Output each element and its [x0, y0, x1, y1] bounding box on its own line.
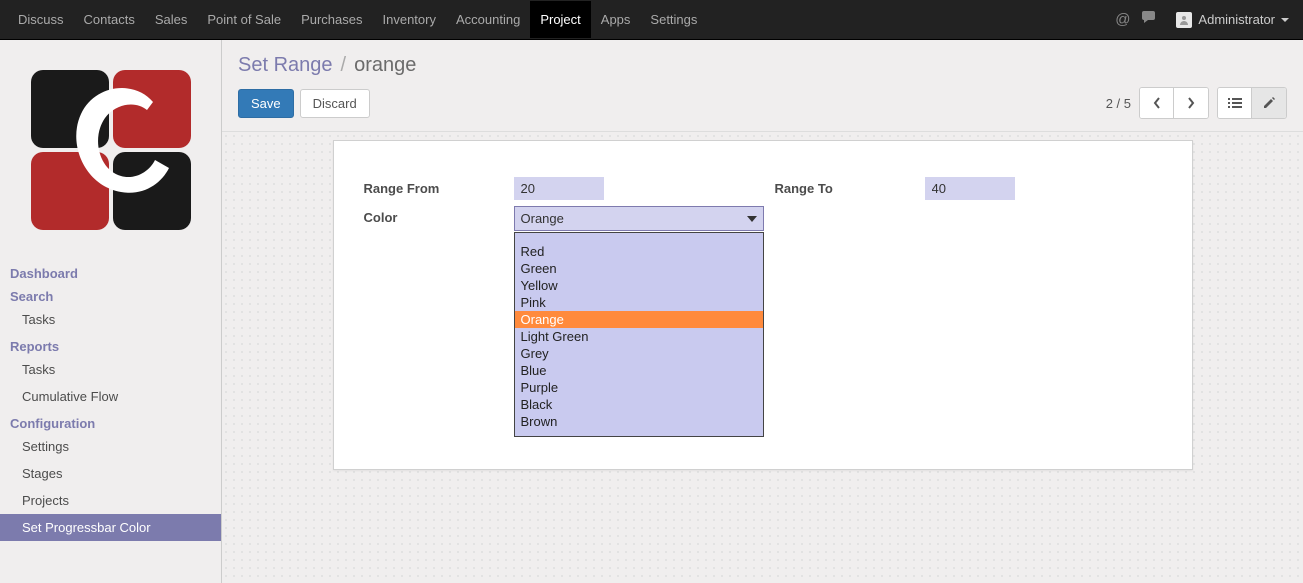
sidebar-item-tasks[interactable]: Tasks	[0, 306, 221, 333]
sidebar-item-set-progressbar-color[interactable]: Set Progressbar Color	[0, 514, 221, 541]
user-name: Administrator	[1198, 12, 1275, 27]
sidebar-header-dashboard[interactable]: Dashboard	[0, 260, 221, 283]
at-icon[interactable]: @	[1115, 11, 1130, 28]
app-logo	[15, 60, 206, 240]
nav-item-settings[interactable]: Settings	[640, 1, 707, 38]
sidebar-item-settings[interactable]: Settings	[0, 433, 221, 460]
nav-item-sales[interactable]: Sales	[145, 1, 198, 38]
chat-icon[interactable]	[1142, 11, 1158, 29]
range-from-label: Range From	[364, 177, 514, 196]
range-to-label: Range To	[775, 177, 925, 196]
nav-item-inventory[interactable]: Inventory	[373, 1, 446, 38]
user-menu[interactable]: Administrator	[1170, 8, 1295, 32]
range-from-input[interactable]	[514, 177, 604, 200]
breadcrumb: Set Range / orange	[238, 48, 1287, 87]
control-panel: Set Range / orange Save Discard 2 / 5	[222, 40, 1303, 131]
sidebar: DashboardSearchTasksReportsTasksCumulati…	[0, 40, 222, 583]
color-label: Color	[364, 206, 514, 225]
color-option-blue[interactable]: Blue	[515, 362, 763, 379]
color-option-grey[interactable]: Grey	[515, 345, 763, 362]
avatar	[1176, 12, 1192, 28]
color-dropdown: RedGreenYellowPinkOrangeLight GreenGreyB…	[514, 232, 764, 437]
nav-item-discuss[interactable]: Discuss	[8, 1, 74, 38]
view-switcher	[1217, 87, 1287, 119]
discard-button[interactable]: Discard	[300, 89, 370, 118]
form-sheet-background: Range From Range To Color	[222, 131, 1303, 583]
top-navbar: DiscussContactsSalesPoint of SalePurchas…	[0, 0, 1303, 40]
color-select[interactable]: Orange	[514, 206, 764, 231]
breadcrumb-separator: /	[341, 54, 347, 77]
content-area: Set Range / orange Save Discard 2 / 5	[222, 40, 1303, 583]
color-option-yellow[interactable]: Yellow	[515, 277, 763, 294]
color-option-light-green[interactable]: Light Green	[515, 328, 763, 345]
sidebar-item-stages[interactable]: Stages	[0, 460, 221, 487]
nav-item-accounting[interactable]: Accounting	[446, 1, 530, 38]
color-option-pink[interactable]: Pink	[515, 294, 763, 311]
color-option-orange[interactable]: Orange	[515, 311, 763, 328]
nav-item-point-of-sale[interactable]: Point of Sale	[197, 1, 291, 38]
breadcrumb-current: orange	[354, 54, 416, 77]
pager-next[interactable]	[1174, 88, 1208, 118]
color-option-brown[interactable]: Brown	[515, 413, 763, 430]
view-list-button[interactable]	[1218, 88, 1252, 118]
sidebar-item-projects[interactable]: Projects	[0, 487, 221, 514]
nav-item-apps[interactable]: Apps	[591, 1, 641, 38]
pager-buttons	[1139, 87, 1209, 119]
color-option-red[interactable]: Red	[515, 243, 763, 260]
color-option-purple[interactable]: Purple	[515, 379, 763, 396]
pager-value[interactable]: 2 / 5	[1106, 96, 1131, 111]
sidebar-header-search[interactable]: Search	[0, 283, 221, 306]
nav-item-contacts[interactable]: Contacts	[74, 1, 145, 38]
sidebar-item-cumulative-flow[interactable]: Cumulative Flow	[0, 383, 221, 410]
nav-right: @ Administrator	[1115, 8, 1295, 32]
color-option-green[interactable]: Green	[515, 260, 763, 277]
chevron-down-icon	[1281, 18, 1289, 22]
range-to-input[interactable]	[925, 177, 1015, 200]
color-option-black[interactable]: Black	[515, 396, 763, 413]
sidebar-item-tasks[interactable]: Tasks	[0, 356, 221, 383]
nav-item-purchases[interactable]: Purchases	[291, 1, 372, 38]
color-select-value: Orange	[521, 211, 564, 226]
breadcrumb-link[interactable]: Set Range	[238, 54, 333, 77]
save-button[interactable]: Save	[238, 89, 294, 118]
nav-left: DiscussContactsSalesPoint of SalePurchas…	[8, 1, 707, 38]
nav-item-project[interactable]: Project	[530, 1, 590, 38]
sidebar-header-configuration[interactable]: Configuration	[0, 410, 221, 433]
form-sheet: Range From Range To Color	[333, 140, 1193, 470]
chevron-down-icon	[747, 216, 757, 222]
sidebar-header-reports[interactable]: Reports	[0, 333, 221, 356]
pager-prev[interactable]	[1140, 88, 1174, 118]
view-form-button[interactable]	[1252, 88, 1286, 118]
